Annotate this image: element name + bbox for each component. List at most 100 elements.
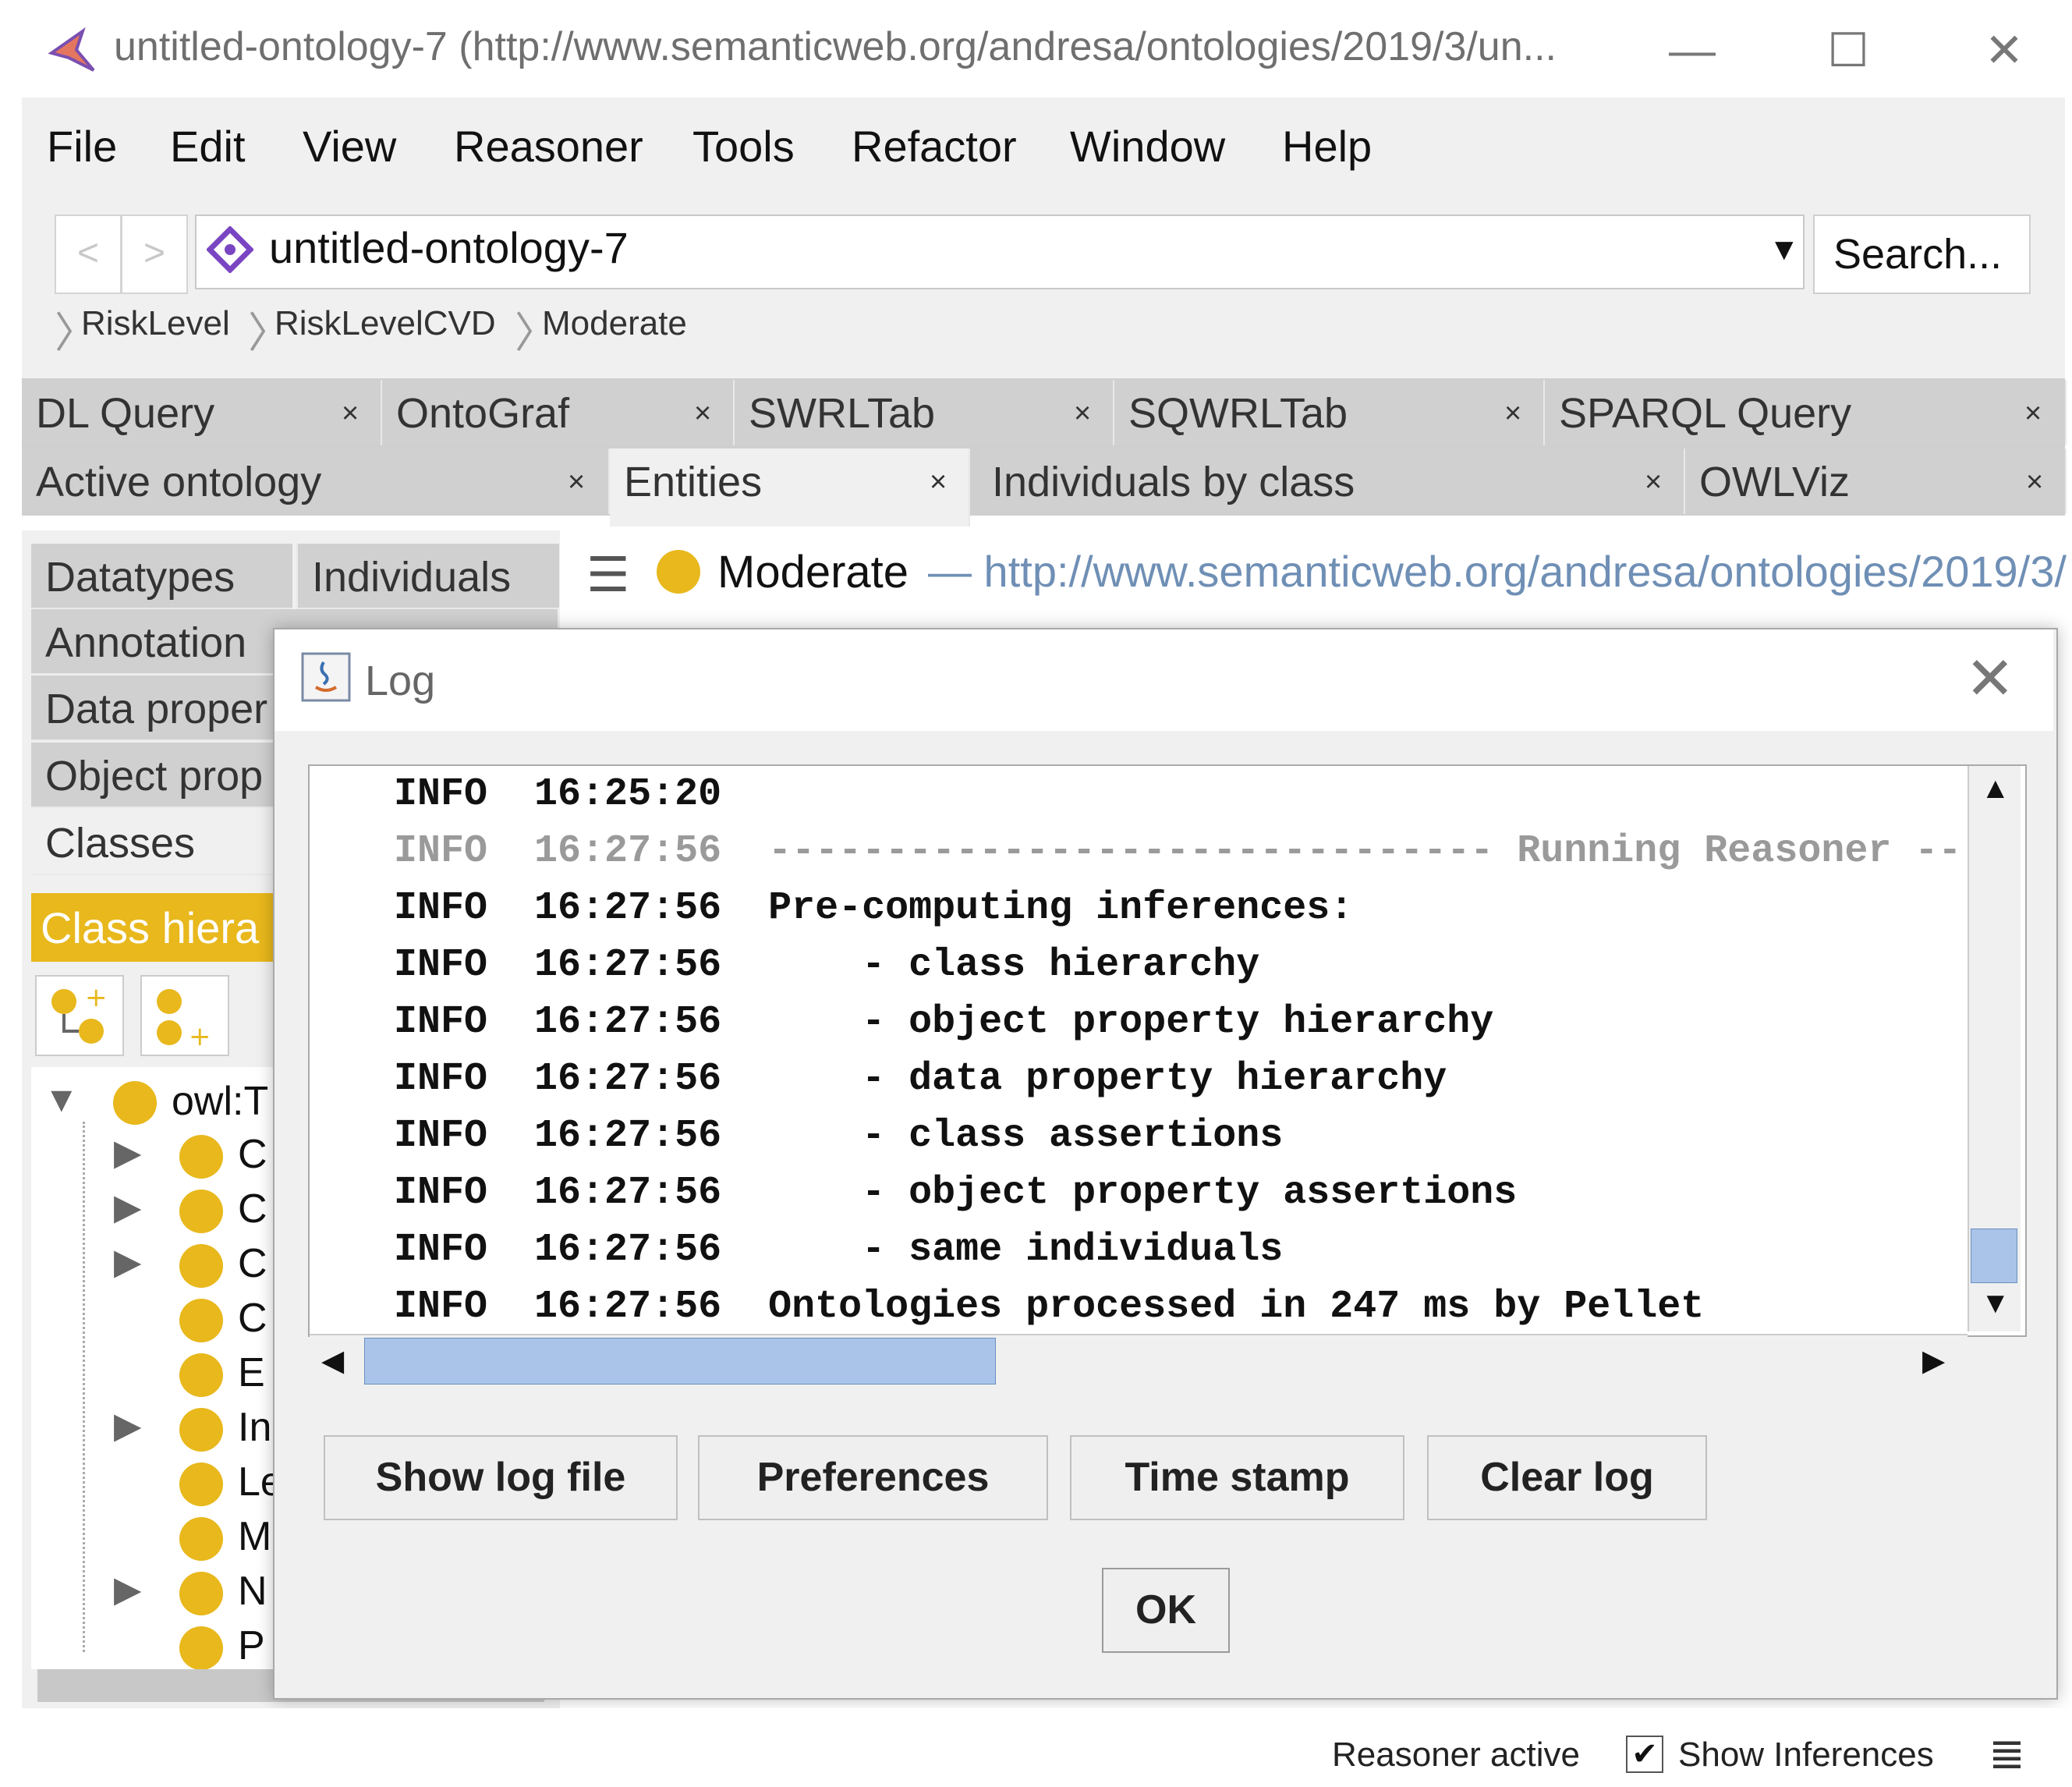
tree-node[interactable]: N <box>238 1568 267 1615</box>
horizontal-scroll-thumb[interactable] <box>364 1338 996 1385</box>
tab-close-icon[interactable]: × <box>2024 397 2042 431</box>
log-line: INFO 16:27:56 Pre-computing inferences: <box>394 886 1354 931</box>
log-line: INFO 16:27:56 --------------------------… <box>394 829 1962 874</box>
show-log-file-button[interactable]: Show log file <box>324 1435 678 1520</box>
tab-individuals[interactable]: Individuals <box>296 544 559 609</box>
tab-ontograf[interactable]: OntoGraf × <box>382 380 735 445</box>
class-dot-icon <box>179 1517 223 1561</box>
log-dialog-titlebar <box>274 629 2053 731</box>
tree-expand-icon[interactable]: ▶ <box>114 1568 141 1610</box>
tree-expand-icon[interactable]: ▶ <box>114 1240 141 1282</box>
tab-close-icon[interactable]: × <box>1074 397 1091 431</box>
breadcrumb-risklevel[interactable]: RiskLevel <box>81 304 230 343</box>
class-dot-icon <box>179 1244 223 1288</box>
tab-active-ontology[interactable]: Active ontology × <box>22 449 610 514</box>
class-dot-icon <box>179 1353 223 1397</box>
breadcrumb-moderate[interactable]: Moderate <box>542 304 687 343</box>
scroll-up-icon[interactable]: ▲ <box>1981 772 2010 806</box>
log-line: INFO 16:27:56 - object property hierarch… <box>394 1000 1494 1044</box>
scroll-right-icon[interactable]: ▶ <box>1922 1343 1945 1378</box>
scroll-down-icon[interactable]: ▼ <box>1981 1287 2010 1321</box>
class-dot-icon <box>179 1190 223 1233</box>
java-log-icon <box>301 652 351 702</box>
log-line: INFO 16:27:56 - data property hierarchy <box>394 1057 1447 1101</box>
show-inferences-label: Show Inferences <box>1678 1736 1934 1774</box>
forward-button[interactable]: > <box>121 215 188 294</box>
back-button[interactable]: < <box>55 215 122 294</box>
scroll-left-icon[interactable]: ◀ <box>321 1343 344 1378</box>
tab-individuals-by-class[interactable]: Individuals by class × <box>978 449 1685 514</box>
svg-text:+: + <box>85 982 108 1013</box>
log-line: INFO 16:25:20 <box>394 772 722 817</box>
maximize-icon[interactable]: ☐ <box>1813 16 1883 86</box>
breadcrumb-risklevelcvd[interactable]: RiskLevelCVD <box>274 304 496 343</box>
add-sibling-button[interactable]: + <box>140 975 229 1056</box>
preferences-button[interactable]: Preferences <box>698 1435 1048 1520</box>
tab-close-icon[interactable]: × <box>568 466 585 499</box>
search-button[interactable]: Search... <box>1813 215 2031 294</box>
tab-close-icon[interactable]: × <box>694 397 711 431</box>
menu-reasoner[interactable]: Reasoner <box>454 121 643 172</box>
close-icon[interactable]: ✕ <box>1965 644 2015 713</box>
class-dot-icon <box>179 1408 223 1452</box>
minimize-icon[interactable]: — <box>1657 16 1727 86</box>
class-dot-icon <box>179 1463 223 1506</box>
class-dot-icon <box>179 1135 223 1179</box>
add-subclass-button[interactable]: + <box>35 975 124 1056</box>
tree-expand-icon[interactable]: ▶ <box>114 1131 141 1173</box>
tab-close-icon[interactable]: × <box>930 466 947 499</box>
menu-tools[interactable]: Tools <box>692 121 795 172</box>
entity-iri: — http://www.semanticweb.org/andresa/ont… <box>928 547 2067 596</box>
log-list-icon[interactable]: ≣ <box>1989 1728 2025 1779</box>
log-line: INFO 16:27:56 - same individuals <box>394 1228 1284 1272</box>
tab-swrltab[interactable]: SWRLTab × <box>735 380 1114 445</box>
log-line: INFO 16:27:56 - class hierarchy <box>394 943 1260 987</box>
tree-expand-icon[interactable]: ▶ <box>114 1404 141 1446</box>
tree-node[interactable]: In <box>238 1404 271 1451</box>
vertical-scroll-thumb[interactable] <box>1971 1229 2017 1283</box>
tab-dl-query[interactable]: DL Query × <box>22 380 382 445</box>
tree-node-root[interactable]: owl:T <box>172 1078 268 1125</box>
menu-hamburger-icon[interactable]: ☰ <box>586 546 630 603</box>
protege-app-icon <box>48 27 95 72</box>
menu-view[interactable]: View <box>303 121 396 172</box>
time-stamp-button[interactable]: Time stamp <box>1070 1435 1404 1520</box>
class-dot-icon <box>113 1081 157 1125</box>
menu-help[interactable]: Help <box>1282 121 1372 172</box>
menu-file[interactable]: File <box>47 121 117 172</box>
menu-refactor[interactable]: Refactor <box>852 121 1017 172</box>
tree-node[interactable]: C <box>238 1186 267 1232</box>
tab-sqwrltab[interactable]: SQWRLTab × <box>1114 380 1545 445</box>
class-dot-icon <box>179 1299 223 1342</box>
menu-window[interactable]: Window <box>1070 121 1225 172</box>
show-inferences-checkbox[interactable]: ✔ <box>1626 1736 1663 1773</box>
tree-node[interactable]: M <box>238 1513 271 1560</box>
class-dot-icon <box>179 1572 223 1615</box>
clear-log-button[interactable]: Clear log <box>1427 1435 1707 1520</box>
tab-entities[interactable]: Entities × <box>610 449 970 527</box>
tab-datatypes[interactable]: Datatypes <box>31 544 292 609</box>
tree-node[interactable]: C <box>238 1240 267 1287</box>
close-icon[interactable]: ✕ <box>1969 16 2039 86</box>
add-subclass-icon: + <box>51 982 108 1044</box>
tree-node[interactable]: P <box>238 1622 265 1669</box>
window-title: untitled-ontology-7 (http://www.semantic… <box>114 24 1557 69</box>
tree-expand-icon[interactable]: ▼ <box>44 1078 80 1120</box>
class-dot-icon <box>179 1626 223 1670</box>
ontology-name: untitled-ontology-7 <box>269 223 629 272</box>
tree-expand-icon[interactable]: ▶ <box>114 1186 141 1228</box>
tree-node[interactable]: C <box>238 1295 267 1342</box>
log-line: INFO 16:27:56 - object property assertio… <box>394 1171 1518 1215</box>
individual-dot-icon <box>657 550 700 594</box>
tab-close-icon[interactable]: × <box>2026 466 2043 499</box>
chevron-down-icon[interactable]: ▼ <box>1769 232 1800 268</box>
ok-button[interactable]: OK <box>1102 1568 1230 1653</box>
tree-node[interactable]: E <box>238 1349 265 1396</box>
menu-edit[interactable]: Edit <box>170 121 246 172</box>
tab-owlviz[interactable]: OWLViz × <box>1685 449 2067 514</box>
tree-node[interactable]: C <box>238 1131 267 1178</box>
tab-sparql-query[interactable]: SPARQL Query × <box>1545 380 2067 445</box>
tab-close-icon[interactable]: × <box>1645 466 1662 499</box>
tab-close-icon[interactable]: × <box>342 397 359 431</box>
tab-close-icon[interactable]: × <box>1504 397 1521 431</box>
